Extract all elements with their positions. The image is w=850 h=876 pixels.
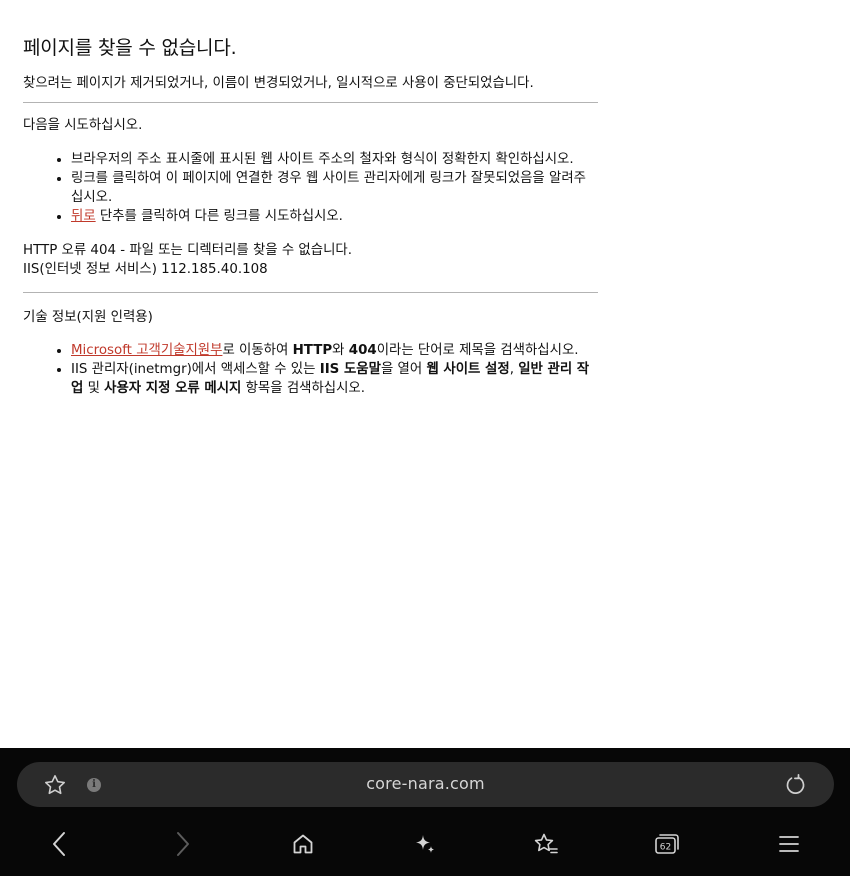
divider bbox=[23, 292, 598, 293]
forward-icon[interactable] bbox=[162, 828, 202, 860]
microsoft-support-link[interactable]: Microsoft 고객기술지원부 bbox=[71, 343, 222, 358]
tech-text: 로 이동하여 bbox=[222, 343, 293, 358]
list-item: 링크를 클릭하여 이 페이지에 연결한 경우 웹 사이트 관리자에게 링크가 잘… bbox=[71, 169, 598, 207]
list-item: 뒤로 단추를 클릭하여 다른 링크를 시도하십시오. bbox=[71, 207, 598, 226]
bookmarks-icon[interactable] bbox=[526, 828, 566, 860]
bottom-nav: 62 bbox=[0, 828, 850, 860]
error-subtitle: 찾으려는 페이지가 제거되었거나, 이름이 변경되었거나, 일시적으로 사용이 … bbox=[23, 76, 534, 91]
tech-list: Microsoft 고객기술지원부로 이동하여 HTTP와 404이라는 단어로… bbox=[23, 341, 598, 398]
http-error-line: HTTP 오류 404 - 파일 또는 디렉터리를 찾을 수 없습니다. bbox=[23, 243, 352, 258]
address-bar[interactable]: i core-nara.com bbox=[17, 762, 834, 807]
suggestion-text: 브라우저의 주소 표시줄에 표시된 웹 사이트 주소의 철자와 형식이 정확한지… bbox=[71, 152, 574, 167]
browser-bottom-bar: i core-nara.com 62 bbox=[0, 748, 850, 876]
tab-count: 62 bbox=[660, 843, 671, 853]
url-text[interactable]: core-nara.com bbox=[17, 774, 834, 794]
tech-text: IIS 관리자(inetmgr)에서 액세스할 수 있는 bbox=[71, 362, 320, 377]
divider bbox=[23, 102, 598, 103]
tech-text: 와 bbox=[332, 343, 349, 358]
suggestion-list: 브라우저의 주소 표시줄에 표시된 웹 사이트 주소의 철자와 형식이 정확한지… bbox=[23, 150, 598, 226]
tabs-icon[interactable]: 62 bbox=[647, 828, 687, 860]
suggestion-text: 링크를 클릭하여 이 페이지에 연결한 경우 웹 사이트 관리자에게 링크가 잘… bbox=[71, 171, 586, 205]
reload-icon[interactable] bbox=[783, 773, 807, 797]
tech-text: 및 bbox=[83, 381, 105, 396]
http-error-info: HTTP 오류 404 - 파일 또는 디렉터리를 찾을 수 없습니다. IIS… bbox=[23, 241, 598, 279]
tech-bold: IIS 도움말 bbox=[319, 362, 381, 377]
tech-bold: 웹 사이트 설정 bbox=[426, 362, 510, 377]
back-link[interactable]: 뒤로 bbox=[71, 209, 96, 224]
menu-icon[interactable] bbox=[769, 828, 809, 860]
list-item: IIS 관리자(inetmgr)에서 액세스할 수 있는 IIS 도움말을 열어… bbox=[71, 360, 598, 398]
list-item: 브라우저의 주소 표시줄에 표시된 웹 사이트 주소의 철자와 형식이 정확한지… bbox=[71, 150, 598, 169]
iis-line: IIS(인터넷 정보 서비스) 112.185.40.108 bbox=[23, 262, 268, 277]
tech-bold: HTTP bbox=[292, 343, 333, 358]
back-icon[interactable] bbox=[40, 828, 80, 860]
tech-bold: 404 bbox=[348, 343, 377, 358]
tech-text: , bbox=[509, 362, 519, 377]
sparkle-icon[interactable] bbox=[405, 828, 445, 860]
list-item: Microsoft 고객기술지원부로 이동하여 HTTP와 404이라는 단어로… bbox=[71, 341, 598, 360]
tech-bold: 사용자 지정 오류 메시지 bbox=[104, 381, 242, 396]
home-icon[interactable] bbox=[283, 828, 323, 860]
page-title: 페이지를 찾을 수 없습니다. bbox=[23, 37, 237, 59]
suggestion-text: 단추를 클릭하여 다른 링크를 시도하십시오. bbox=[95, 209, 343, 224]
tech-text: 이라는 단어로 제목을 검색하십시오. bbox=[376, 343, 579, 358]
tech-text: 을 열어 bbox=[380, 362, 427, 377]
tech-label: 기술 정보(지원 인력용) bbox=[23, 310, 153, 325]
error-page: 페이지를 찾을 수 없습니다. 찾으려는 페이지가 제거되었거나, 이름이 변경… bbox=[23, 0, 598, 398]
try-label: 다음을 시도하십시오. bbox=[23, 118, 143, 133]
tech-text: 항목을 검색하십시오. bbox=[241, 381, 366, 396]
